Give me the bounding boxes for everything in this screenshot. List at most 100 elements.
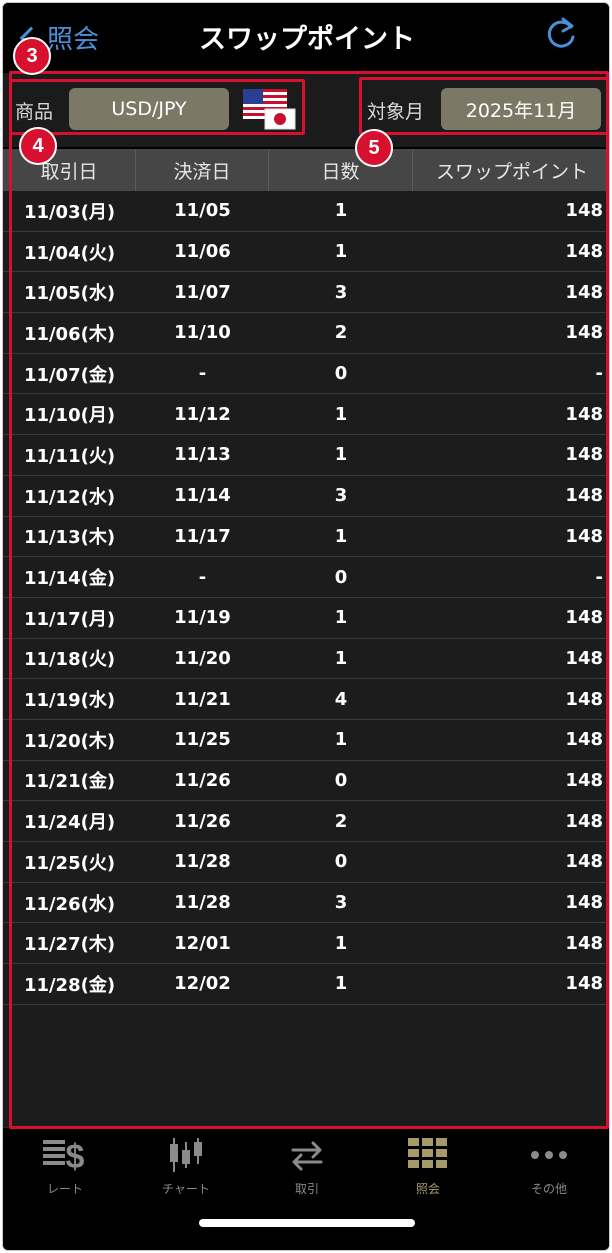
cell-trade-date: 11/12(水) bbox=[23, 486, 116, 508]
cell-swap-points: 148 bbox=[565, 200, 603, 222]
cell-trade-date: 11/10(月) bbox=[23, 405, 116, 427]
cell-swap-points: 148 bbox=[565, 403, 603, 425]
cell-swap-points: 148 bbox=[565, 322, 603, 344]
tab-chart[interactable]: チャート bbox=[126, 1134, 246, 1204]
cell-days: 1 bbox=[334, 403, 348, 425]
annotation-badge-5: 5 bbox=[355, 129, 393, 167]
cell-days: 2 bbox=[334, 810, 348, 832]
table-header: 取引日 決済日 日数 スワップポイント bbox=[3, 149, 609, 191]
cell-days: 0 bbox=[334, 566, 348, 588]
cell-trade-date: 11/26(水) bbox=[23, 893, 116, 915]
cell-swap-points: - bbox=[595, 566, 603, 588]
table-row: 11/28(金) 12/02 1 148 bbox=[3, 964, 609, 1005]
cell-settle-date: 11/28 bbox=[174, 892, 231, 914]
tab-bar: $ レート チャート 取引 照会 その他 bbox=[3, 1127, 609, 1250]
cell-trade-date: 11/04(火) bbox=[23, 242, 116, 264]
table-row: 11/14(金) - 0 - bbox=[3, 557, 609, 598]
annotation-badge-3: 3 bbox=[13, 37, 51, 75]
selector-bar: 商品 USD/JPY 対象月 2025年11月 bbox=[3, 73, 609, 147]
tab-inquiry[interactable]: 照会 bbox=[368, 1134, 488, 1204]
cell-days: 0 bbox=[334, 363, 348, 385]
cell-days: 3 bbox=[334, 281, 348, 303]
tab-more[interactable]: その他 bbox=[489, 1134, 609, 1204]
cell-trade-date: 11/24(月) bbox=[23, 812, 116, 834]
cell-swap-points: 148 bbox=[565, 485, 603, 507]
cell-swap-points: 148 bbox=[565, 729, 603, 751]
page-title: スワップポイント bbox=[199, 24, 415, 55]
table-row: 11/05(水) 11/07 3 148 bbox=[3, 272, 609, 314]
cell-trade-date: 11/13(木) bbox=[23, 527, 116, 549]
usd-jpy-flag-icon bbox=[243, 89, 296, 130]
month-label: 対象月 bbox=[367, 101, 425, 123]
tab-trade[interactable]: 取引 bbox=[247, 1134, 367, 1204]
month-value: 2025年11月 bbox=[465, 99, 577, 122]
table-row: 11/18(火) 11/20 1 148 bbox=[3, 639, 609, 680]
table-row: 11/25(火) 11/28 0 148 bbox=[3, 842, 609, 883]
table-row: 11/19(水) 11/21 4 148 bbox=[3, 679, 609, 720]
tab-rate[interactable]: $ レート bbox=[5, 1134, 125, 1204]
cell-settle-date: 11/26 bbox=[174, 810, 231, 832]
home-indicator[interactable] bbox=[199, 1219, 415, 1227]
cell-swap-points: 148 bbox=[565, 769, 603, 791]
table-row: 11/20(木) 11/25 1 148 bbox=[3, 720, 609, 761]
cell-trade-date: 11/28(金) bbox=[23, 974, 116, 996]
inquiry-icon bbox=[408, 1138, 447, 1168]
cell-swap-points: 148 bbox=[565, 525, 603, 547]
cell-settle-date: 12/01 bbox=[174, 932, 231, 954]
cell-settle-date: 11/28 bbox=[174, 851, 231, 873]
table-row: 11/07(金) - 0 - bbox=[3, 354, 609, 395]
cell-days: 1 bbox=[334, 444, 348, 466]
table-row: 11/10(月) 11/12 1 148 bbox=[3, 394, 609, 436]
cell-swap-points: 148 bbox=[565, 973, 603, 995]
cell-trade-date: 11/06(木) bbox=[23, 323, 116, 345]
cell-settle-date: 11/17 bbox=[174, 525, 231, 547]
cell-days: 0 bbox=[334, 769, 348, 791]
table-row: 11/04(火) 11/06 1 148 bbox=[3, 232, 609, 273]
nav-header: 照会 スワップポイント bbox=[3, 3, 609, 71]
cell-days: 1 bbox=[334, 525, 348, 547]
table-body: 11/03(月) 11/05 1 148 11/04(火) 11/06 1 148 11/05(… bbox=[3, 191, 609, 1005]
cell-settle-date: 12/02 bbox=[174, 973, 231, 995]
cell-trade-date: 11/19(水) bbox=[23, 690, 116, 712]
refresh-icon[interactable] bbox=[541, 15, 581, 55]
table-row: 11/13(木) 11/17 1 148 bbox=[3, 517, 609, 558]
cell-days: 1 bbox=[334, 607, 348, 629]
col-header-swap-points: スワップポイント bbox=[435, 160, 588, 183]
cell-swap-points: 148 bbox=[565, 607, 603, 629]
cell-settle-date: 11/05 bbox=[174, 200, 231, 222]
cell-trade-date: 11/03(月) bbox=[23, 201, 116, 223]
cell-trade-date: 11/05(水) bbox=[23, 283, 116, 305]
cell-swap-points: 148 bbox=[565, 892, 603, 914]
annotation-badge-4: 4 bbox=[19, 127, 57, 165]
cell-trade-date: 11/20(木) bbox=[23, 730, 116, 752]
cell-settle-date: 11/19 bbox=[174, 607, 231, 629]
table-row: 11/03(月) 11/05 1 148 bbox=[3, 191, 609, 232]
cell-trade-date: 11/14(金) bbox=[23, 568, 116, 590]
table-row: 11/24(月) 11/26 2 148 bbox=[3, 801, 609, 842]
cell-trade-date: 11/21(金) bbox=[23, 771, 116, 793]
svg-text:$: $ bbox=[66, 1138, 85, 1176]
tab-rate-label: レート bbox=[46, 1182, 83, 1196]
cell-trade-date: 11/27(木) bbox=[23, 934, 116, 956]
cell-settle-date: 11/06 bbox=[174, 241, 231, 263]
cell-settle-date: 11/07 bbox=[174, 281, 231, 303]
product-label: 商品 bbox=[15, 101, 54, 123]
cell-settle-date: 11/25 bbox=[174, 729, 231, 751]
trade-icon bbox=[291, 1141, 323, 1171]
table-row: 11/06(木) 11/10 2 148 bbox=[3, 313, 609, 354]
more-icon bbox=[531, 1151, 567, 1159]
product-value: USD/JPY bbox=[111, 98, 187, 120]
cell-days: 4 bbox=[334, 688, 348, 710]
month-select-button[interactable]: 2025年11月 bbox=[441, 88, 601, 130]
cell-swap-points: 148 bbox=[565, 688, 603, 710]
cell-settle-date: 11/14 bbox=[174, 485, 231, 507]
product-select-button[interactable]: USD/JPY bbox=[69, 88, 229, 130]
cell-swap-points: 148 bbox=[565, 281, 603, 303]
cell-days: 1 bbox=[334, 647, 348, 669]
table-row: 11/26(水) 11/28 3 148 bbox=[3, 883, 609, 924]
cell-settle-date: 11/20 bbox=[174, 647, 231, 669]
swap-table: 取引日 決済日 日数 スワップポイント 11/03(月) 11/05 1 148 11/… bbox=[3, 149, 609, 1127]
cell-trade-date: 11/17(月) bbox=[23, 608, 116, 630]
cell-swap-points: 148 bbox=[565, 241, 603, 263]
cell-days: 1 bbox=[334, 241, 348, 263]
